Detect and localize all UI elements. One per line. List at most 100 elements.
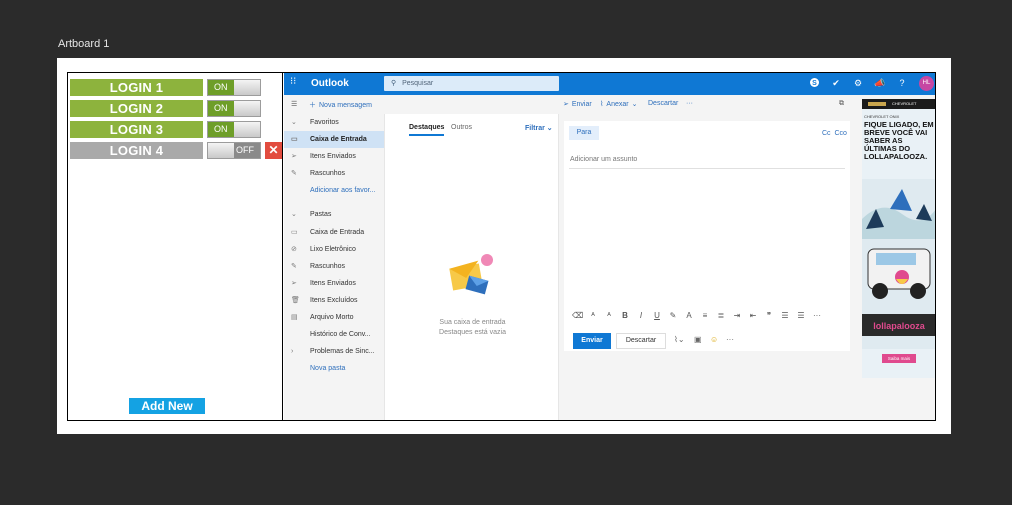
nav-item-sent[interactable]: ➢ Itens Enviados xyxy=(284,148,384,165)
artboard: LOGIN 1 ON LOGIN 2 ON LOGIN 3 ON LOGIN 4… xyxy=(57,58,951,434)
send-button[interactable]: Enviar xyxy=(573,333,611,349)
font-color-icon[interactable]: A xyxy=(684,311,694,320)
chevron-right-icon: › xyxy=(291,348,294,355)
folder-item-deleted[interactable]: 🗑 Itens Excluídos xyxy=(284,292,384,309)
login-button[interactable]: LOGIN 3 xyxy=(70,121,203,138)
cmd-send-label: Enviar xyxy=(571,101,592,108)
delete-account-button[interactable]: ✕ xyxy=(265,142,282,159)
send-icon: ➢ xyxy=(563,101,569,108)
numbering-icon[interactable]: ≣ xyxy=(716,311,726,320)
folder-item-sync-issues[interactable]: › Problemas de Sinc... xyxy=(284,343,384,360)
font-icon[interactable]: ᴬ xyxy=(588,311,598,320)
popout-icon[interactable]: ⧉ xyxy=(839,100,844,108)
toggle-state-label: ON xyxy=(214,103,228,113)
cc-link[interactable]: Cc xyxy=(822,130,831,137)
folder-item-history[interactable]: Histórico de Conv... xyxy=(284,326,384,343)
indent-decrease-icon[interactable]: ⇤ xyxy=(748,311,758,320)
discard-button[interactable]: Descartar xyxy=(616,333,666,349)
folder-item-junk[interactable]: ⊘ Lixo Eletrônico xyxy=(284,241,384,258)
bullets-icon[interactable]: ≡ xyxy=(700,311,710,320)
more-formatting-icon[interactable]: ··· xyxy=(812,311,822,320)
app-launcher-icon[interactable]: ⁝⁝ xyxy=(290,77,300,87)
favorites-heading-label: Favoritos xyxy=(310,119,339,126)
format-painter-icon[interactable]: ⌫ xyxy=(572,311,583,320)
settings-gear-icon[interactable]: ⚙ xyxy=(852,77,864,89)
cc-bcc-links: Cc Cco xyxy=(822,130,847,137)
add-new-button[interactable]: Add New xyxy=(129,398,205,414)
bold-icon[interactable]: B xyxy=(620,311,630,320)
account-toggle[interactable]: ON xyxy=(207,79,261,96)
favorites-heading[interactable]: ⌄ Favoritos xyxy=(284,114,384,131)
image-icon[interactable]: ▣ xyxy=(694,335,702,344)
outlook-header: ⁝⁝ Outlook ⚲ Pesquisar S ✔ ⚙ 📣 ? HL xyxy=(284,73,935,95)
folder-item-sent[interactable]: ➢ Itens Enviados xyxy=(284,275,384,292)
account-toggle[interactable]: OFF xyxy=(207,142,261,159)
todo-check-icon[interactable]: ✔ xyxy=(830,77,842,89)
tab-focused[interactable]: Destaques xyxy=(409,124,445,136)
folder-item-inbox[interactable]: ▭ Caixa de Entrada xyxy=(284,224,384,241)
help-icon[interactable]: ? xyxy=(896,77,908,89)
empty-inbox-illustration xyxy=(449,254,493,295)
underline-icon[interactable]: U xyxy=(652,311,662,320)
ad-cta-button[interactable]: Saiba mais xyxy=(882,354,916,363)
chevron-down-icon: ⌄ xyxy=(291,119,297,126)
italic-icon[interactable]: I xyxy=(636,311,646,320)
nav-item-label: Rascunhos xyxy=(310,263,346,270)
new-message-button[interactable]: ＋ Nova mensagem xyxy=(309,100,372,110)
subject-field[interactable]: Adicionar um assunto xyxy=(569,151,845,169)
ad-car-illustration: lollapalooza xyxy=(862,179,935,349)
to-field-button[interactable]: Para xyxy=(569,126,599,140)
align-left-icon[interactable]: ☰ xyxy=(780,311,790,320)
nav-item-inbox[interactable]: ▭ Caixa de Entrada xyxy=(284,131,384,148)
search-placeholder: Pesquisar xyxy=(402,80,434,87)
send-icon: ➢ xyxy=(291,280,297,287)
cmd-discard-button[interactable]: Descartar xyxy=(648,100,678,107)
avatar[interactable]: HL xyxy=(919,76,934,91)
highlight-icon[interactable]: ✎ xyxy=(668,311,678,320)
nav-item-label: Caixa de Entrada xyxy=(310,229,365,236)
toggle-knob xyxy=(234,101,260,116)
search-box[interactable]: ⚲ Pesquisar xyxy=(384,76,559,91)
cmd-attach-button[interactable]: ⌇ Anexar ⌄ xyxy=(600,100,637,108)
folder-item-drafts[interactable]: ✎ Rascunhos xyxy=(284,258,384,275)
cmd-send-button[interactable]: ➢ Enviar xyxy=(563,100,592,108)
font-size-icon[interactable]: ᴬ xyxy=(604,311,614,320)
compose-pane: Para Cc Cco Adicionar um assunto ⌫ ᴬ ᴬ B… xyxy=(560,114,852,420)
svg-text:lollapalooza: lollapalooza xyxy=(873,321,926,331)
nav-item-drafts[interactable]: ✎ Rascunhos xyxy=(284,165,384,182)
nav-item-label: Problemas de Sinc... xyxy=(310,348,375,355)
junk-icon: ⊘ xyxy=(291,246,297,253)
ad-brand-line: CHEVROLET ONIX xyxy=(864,114,900,119)
more-options-icon[interactable]: ··· xyxy=(726,335,734,344)
new-folder-link[interactable]: Nova pasta xyxy=(284,360,384,377)
more-options-icon[interactable]: ··· xyxy=(686,100,693,107)
skype-icon[interactable]: S xyxy=(808,77,820,89)
login-row: LOGIN 3 ON xyxy=(70,121,280,138)
new-message-label: Nova mensagem xyxy=(319,102,372,109)
quote-icon[interactable]: ❞ xyxy=(764,311,774,320)
mockup-frame: LOGIN 1 ON LOGIN 2 ON LOGIN 3 ON LOGIN 4… xyxy=(67,72,936,421)
megaphone-icon[interactable]: 📣 xyxy=(874,77,886,89)
folders-heading[interactable]: ⌄ Pastas xyxy=(284,206,384,223)
indent-increase-icon[interactable]: ⇥ xyxy=(732,311,742,320)
toggle-knob xyxy=(234,80,260,95)
inbox-icon: ▭ xyxy=(291,229,298,236)
emoji-icon[interactable]: ☺ xyxy=(710,335,718,344)
account-toggle[interactable]: ON xyxy=(207,100,261,117)
login-button[interactable]: LOGIN 1 xyxy=(70,79,203,96)
add-favorite-link[interactable]: Adicionar aos favor... xyxy=(284,182,384,199)
ad-banner[interactable]: CHEVROLET CHEVROLET ONIX FIQUE LIGADO, E… xyxy=(862,99,935,378)
bcc-link[interactable]: Cco xyxy=(834,130,846,137)
login-button[interactable]: LOGIN 4 xyxy=(70,142,203,159)
account-toggle[interactable]: ON xyxy=(207,121,261,138)
nav-item-label: Rascunhos xyxy=(310,170,346,177)
login-row: LOGIN 4 OFF ✕ xyxy=(70,142,282,159)
folder-item-archive[interactable]: ▤ Arquivo Morto xyxy=(284,309,384,326)
hamburger-icon[interactable]: ☰ xyxy=(291,100,297,108)
attach-icon[interactable]: ⌇⌄ xyxy=(674,335,685,344)
tab-other[interactable]: Outros xyxy=(451,124,472,131)
align-center-icon[interactable]: ☰ xyxy=(796,311,806,320)
login-button[interactable]: LOGIN 2 xyxy=(70,100,203,117)
filter-button[interactable]: Filtrar ⌄ xyxy=(525,124,553,132)
chevron-down-icon: ⌄ xyxy=(544,125,553,132)
